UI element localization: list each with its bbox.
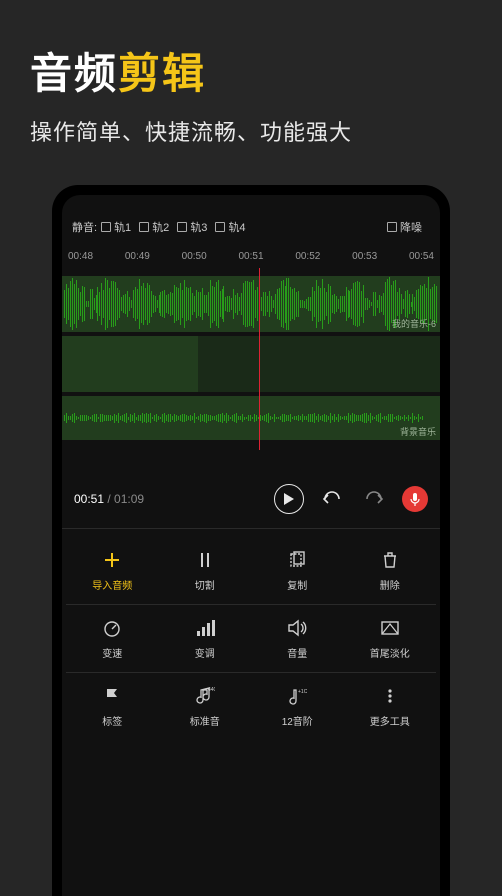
undo-button[interactable] (318, 485, 346, 513)
trash-icon (379, 549, 401, 571)
redo-icon (363, 491, 385, 507)
mute-track-1[interactable]: 轨1 (101, 219, 131, 235)
tool-label: 标签 (102, 713, 122, 728)
svg-text:440: 440 (208, 687, 215, 693)
checkbox-icon (139, 222, 149, 232)
tool-import[interactable]: 导入音频 (66, 539, 159, 602)
flag-icon (101, 685, 123, 707)
mute-track-3[interactable]: 轨3 (177, 219, 207, 235)
ruler-tick: 00:50 (182, 251, 207, 262)
time-display: 00:51 / 01:09 (74, 492, 144, 506)
tool-tune[interactable]: 440 标准音 (159, 675, 252, 738)
track-1[interactable]: 我的音乐-6 (62, 276, 440, 332)
audio-clip[interactable]: 背景音乐 (62, 396, 440, 440)
hero-subtitle: 操作简单、快捷流畅、功能强大 (30, 115, 472, 147)
hero-title-accent: 剪辑 (118, 50, 206, 97)
ruler-tick: 00:48 (68, 251, 93, 262)
tool-grid: 导入音频 切割 复制 删除 变速 变调 音量 首尾淡化 标签 440 标准音 +1C 12音阶 更多工… (62, 528, 440, 748)
tool-scale[interactable]: +1C 12音阶 (251, 675, 344, 738)
ruler-tick: 00:52 (295, 251, 320, 262)
scale-icon: +1C (286, 685, 308, 707)
device-frame: 静音: 轨1 轨2 轨3 轨4 降噪 00:48 00:49 00:50 00:… (52, 185, 450, 896)
tool-volume[interactable]: 音量 (251, 607, 344, 670)
ruler-tick: 00:53 (352, 251, 377, 262)
checkbox-icon (387, 222, 397, 232)
mute-row: 静音: 轨1 轨2 轨3 轨4 降噪 (62, 195, 440, 241)
tool-more[interactable]: 更多工具 (344, 675, 437, 738)
checkbox-icon (177, 222, 187, 232)
timeline-ruler[interactable]: 00:48 00:49 00:50 00:51 00:52 00:53 00:5… (62, 241, 440, 268)
tool-label: 首尾淡化 (370, 645, 410, 660)
note-icon: 440 (194, 685, 216, 707)
tool-row-1: 导入音频 切割 复制 删除 (66, 539, 436, 602)
noise-reduction-toggle[interactable]: 降噪 (387, 219, 422, 235)
tool-label: 音量 (287, 645, 307, 660)
tool-label: 导入音频 (92, 577, 132, 592)
tool-delete[interactable]: 删除 (344, 539, 437, 602)
cut-icon (194, 549, 216, 571)
tool-copy[interactable]: 复制 (251, 539, 344, 602)
time-total: 01:09 (114, 492, 144, 506)
tool-label: 12音阶 (282, 713, 313, 728)
redo-button[interactable] (360, 485, 388, 513)
svg-text:+1C: +1C (298, 689, 307, 695)
speed-icon (101, 617, 123, 639)
audio-clip[interactable] (62, 336, 198, 392)
checkbox-icon (101, 222, 111, 232)
record-button[interactable] (402, 486, 428, 512)
track-3[interactable]: 背景音乐 (62, 396, 440, 440)
tool-speed[interactable]: 变速 (66, 607, 159, 670)
copy-icon (286, 549, 308, 571)
time-current: 00:51 (74, 492, 104, 506)
mute-label: 静音: (72, 219, 97, 235)
mute-track-2[interactable]: 轨2 (139, 219, 169, 235)
tool-row-3: 标签 440 标准音 +1C 12音阶 更多工具 (66, 675, 436, 738)
undo-icon (321, 491, 343, 507)
app-screen: 静音: 轨1 轨2 轨3 轨4 降噪 00:48 00:49 00:50 00:… (62, 195, 440, 896)
bars-icon (194, 617, 216, 639)
ruler-tick: 00:54 (409, 251, 434, 262)
ruler-tick: 00:49 (125, 251, 150, 262)
more-icon (379, 685, 401, 707)
tracks-area[interactable]: 我的音乐-6 背景音乐 (62, 268, 440, 450)
plus-icon (101, 549, 123, 571)
tool-cut[interactable]: 切割 (159, 539, 252, 602)
tool-label: 删除 (380, 577, 400, 592)
ruler-tick: 00:51 (238, 251, 263, 262)
time-sep: / (104, 492, 114, 506)
tool-row-2: 变速 变调 音量 首尾淡化 (66, 607, 436, 670)
divider (66, 604, 436, 605)
checkbox-icon (215, 222, 225, 232)
play-button[interactable] (274, 484, 304, 514)
play-icon (284, 493, 294, 505)
tool-label: 变速 (102, 645, 122, 660)
divider (66, 672, 436, 673)
hero: 音频剪辑 操作简单、快捷流畅、功能强大 (0, 0, 502, 167)
waveform-icon (62, 276, 440, 332)
tool-tag[interactable]: 标签 (66, 675, 159, 738)
track-2[interactable] (62, 336, 440, 392)
transport-bar: 00:51 / 01:09 (62, 450, 440, 528)
tool-label: 更多工具 (370, 713, 410, 728)
tool-fade[interactable]: 首尾淡化 (344, 607, 437, 670)
playhead[interactable] (259, 268, 260, 450)
tool-label: 标准音 (190, 713, 220, 728)
waveform-icon (62, 396, 440, 440)
volume-icon (286, 617, 308, 639)
mute-track-4[interactable]: 轨4 (215, 219, 245, 235)
tool-label: 切割 (195, 577, 215, 592)
fade-icon (379, 617, 401, 639)
hero-title-white: 音频 (30, 50, 118, 97)
page: 音频剪辑 操作简单、快捷流畅、功能强大 静音: 轨1 轨2 轨3 轨4 降噪 0… (0, 0, 502, 896)
mic-icon (410, 492, 420, 506)
clip-label: 我的音乐-6 (392, 317, 436, 330)
hero-title: 音频剪辑 (30, 40, 472, 101)
tool-label: 变调 (195, 645, 215, 660)
waveform-icon (62, 336, 198, 392)
tool-pitch[interactable]: 变调 (159, 607, 252, 670)
tool-label: 复制 (287, 577, 307, 592)
clip-label: 背景音乐 (400, 425, 436, 438)
audio-clip[interactable]: 我的音乐-6 (62, 276, 440, 332)
